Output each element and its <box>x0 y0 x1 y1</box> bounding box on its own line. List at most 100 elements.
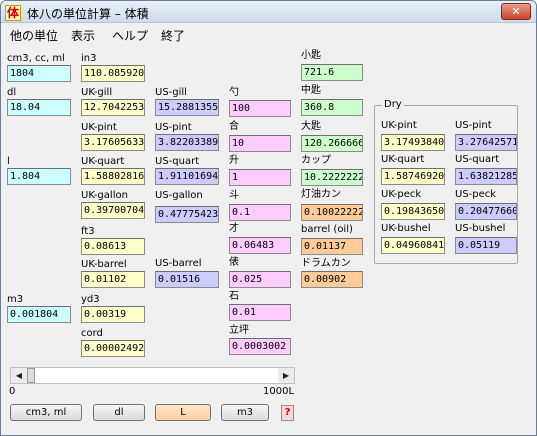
menu-exit[interactable]: 終了 <box>161 27 185 44</box>
label-hyo: 俵 <box>229 257 239 268</box>
menu-help[interactable]: ヘルプ <box>112 27 148 44</box>
window-title: 体八の単位計算 – 体積 <box>27 7 149 21</box>
field-uk-gallon[interactable]: 0.39700704 <box>81 202 145 219</box>
scroll-right-arrow-icon[interactable]: ▶ <box>278 368 294 383</box>
m3-button[interactable]: m3 <box>221 404 269 421</box>
l-button[interactable]: L <box>155 404 211 421</box>
label-shaku: 勺 <box>229 87 239 98</box>
label-barrel-oil: barrel (oil) <box>301 224 353 235</box>
label-m3: m3 <box>7 294 24 305</box>
field-koku[interactable]: 0.01 <box>229 304 291 321</box>
label-dry-uk-pint: UK-pint <box>381 120 417 131</box>
label-dry-us-bushel: US-bushel <box>455 223 506 234</box>
label-l: l <box>7 156 10 167</box>
label-us-gallon: US-gallon <box>155 190 203 201</box>
label-dry-uk-peck: UK-peck <box>381 189 422 200</box>
field-cm3[interactable]: 1804 <box>7 65 71 82</box>
scroll-left-arrow-icon[interactable]: ◀ <box>11 368 27 383</box>
field-dry-us-peck[interactable]: 0.204776607 <box>455 203 517 220</box>
label-nakasaji: 中匙 <box>301 85 321 96</box>
field-nakasaji[interactable]: 360.8 <box>301 99 363 116</box>
label-dl: dl <box>7 87 17 98</box>
label-in3: in3 <box>81 53 97 64</box>
field-to[interactable]: 0.1 <box>229 204 291 221</box>
label-cup: カップ <box>301 155 331 166</box>
field-yd3[interactable]: 0.00319 <box>81 306 145 323</box>
slider-max-label: 1000L <box>263 386 295 397</box>
menu-bar: 他の単位 表示 ヘルプ 終了 <box>1 24 536 44</box>
cm3-ml-button[interactable]: cm3, ml <box>10 404 82 421</box>
menu-view[interactable]: 表示 <box>71 27 95 44</box>
field-us-pint[interactable]: 3.822033898 <box>155 134 219 151</box>
field-barrel-oil[interactable]: 0.01137 <box>301 238 363 255</box>
field-dry-uk-quart[interactable]: 1.587469200 <box>381 168 445 185</box>
label-drum-can: ドラムカン <box>301 258 351 269</box>
menu-other-units[interactable]: 他の単位 <box>10 27 58 44</box>
label-uk-gill: UK-gill <box>81 87 113 98</box>
field-uk-barrel[interactable]: 0.01102 <box>81 271 145 288</box>
field-uk-pint[interactable]: 3.176056338 <box>81 134 145 151</box>
main-window: 体 体八の単位計算 – 体積 ✕ 他の単位 表示 ヘルプ 終了 cm3, cc,… <box>0 0 537 436</box>
field-dry-us-bushel[interactable]: 0.05119 <box>455 237 517 254</box>
label-cm3: cm3, cc, ml <box>7 53 65 64</box>
field-osaji[interactable]: 120.26666667 <box>301 135 363 152</box>
field-go[interactable]: 10 <box>229 135 291 152</box>
label-dry-uk-quart: UK-quart <box>381 154 425 165</box>
field-us-quart[interactable]: 1.911016949 <box>155 168 219 185</box>
field-hyo[interactable]: 0.025 <box>229 271 291 288</box>
label-toyu-can: 灯油カン <box>301 189 341 200</box>
label-koku: 石 <box>229 291 239 302</box>
field-dl[interactable]: 18.04 <box>7 99 71 116</box>
field-us-gallon[interactable]: 0.47775423 <box>155 206 219 223</box>
field-toyu-can[interactable]: 0.1002222222 <box>301 204 363 221</box>
label-sho: 升 <box>229 155 239 166</box>
label-sai: 才 <box>229 223 239 234</box>
slider-thumb[interactable] <box>27 368 35 383</box>
label-uk-quart: UK-quart <box>81 156 125 167</box>
title-bar: 体 体八の単位計算 – 体積 ✕ <box>1 1 536 23</box>
label-cord: cord <box>81 328 103 339</box>
field-dry-uk-bushel[interactable]: 0.049608412 <box>381 237 445 254</box>
field-dry-uk-peck[interactable]: 0.198436500 <box>381 203 445 220</box>
field-sho[interactable]: 1 <box>229 169 291 186</box>
label-rippo-tsubo: 立坪 <box>229 325 249 336</box>
label-uk-barrel: UK-barrel <box>81 259 127 270</box>
field-uk-quart[interactable]: 1.588028169 <box>81 168 145 185</box>
label-osaji: 大匙 <box>301 121 321 132</box>
label-yd3: yd3 <box>81 294 100 305</box>
field-dry-us-quart[interactable]: 1.638212858 <box>455 168 517 185</box>
field-us-barrel[interactable]: 0.01516 <box>155 271 219 288</box>
label-go: 合 <box>229 121 239 132</box>
field-dry-us-pint[interactable]: 3.276425717 <box>455 134 517 151</box>
field-m3[interactable]: 0.001804 <box>7 306 71 323</box>
field-sai[interactable]: 0.06483 <box>229 237 291 254</box>
field-l[interactable]: 1.804 <box>7 168 71 185</box>
field-rippo-tsubo[interactable]: 0.0003002 <box>229 338 291 355</box>
label-dry-us-pint: US-pint <box>455 120 492 131</box>
label-uk-pint: UK-pint <box>81 122 117 133</box>
label-dry-us-peck: US-peck <box>455 189 497 200</box>
label-to: 斗 <box>229 190 239 201</box>
field-us-gill[interactable]: 15.28813559 <box>155 99 219 116</box>
close-button[interactable]: ✕ <box>501 3 531 20</box>
dry-group-label: Dry <box>382 99 404 110</box>
field-cord[interactable]: 0.0000249270 <box>81 340 145 357</box>
dl-button[interactable]: dl <box>93 404 145 421</box>
slider-min-label: 0 <box>9 386 16 397</box>
help-button[interactable]: ? <box>281 405 294 421</box>
label-us-gill: US-gill <box>155 87 187 98</box>
field-shaku[interactable]: 100 <box>229 100 291 117</box>
label-us-pint: US-pint <box>155 122 192 133</box>
app-icon: 体 <box>5 5 21 21</box>
field-cup[interactable]: 10.22222222 <box>301 169 363 186</box>
field-kosaji[interactable]: 721.6 <box>301 64 363 81</box>
label-dry-uk-bushel: UK-bushel <box>381 223 431 234</box>
field-drum-can[interactable]: 0.00902 <box>301 271 363 288</box>
field-uk-gill[interactable]: 12.70422535 <box>81 99 145 116</box>
field-dry-uk-pint[interactable]: 3.174938401 <box>381 134 445 151</box>
volume-slider[interactable]: ◀ ▶ <box>10 367 295 384</box>
field-in3[interactable]: 110.08592078 <box>81 65 145 82</box>
label-ft3: ft3 <box>81 226 95 237</box>
field-ft3[interactable]: 0.08613 <box>81 238 145 255</box>
label-dry-us-quart: US-quart <box>455 154 500 165</box>
